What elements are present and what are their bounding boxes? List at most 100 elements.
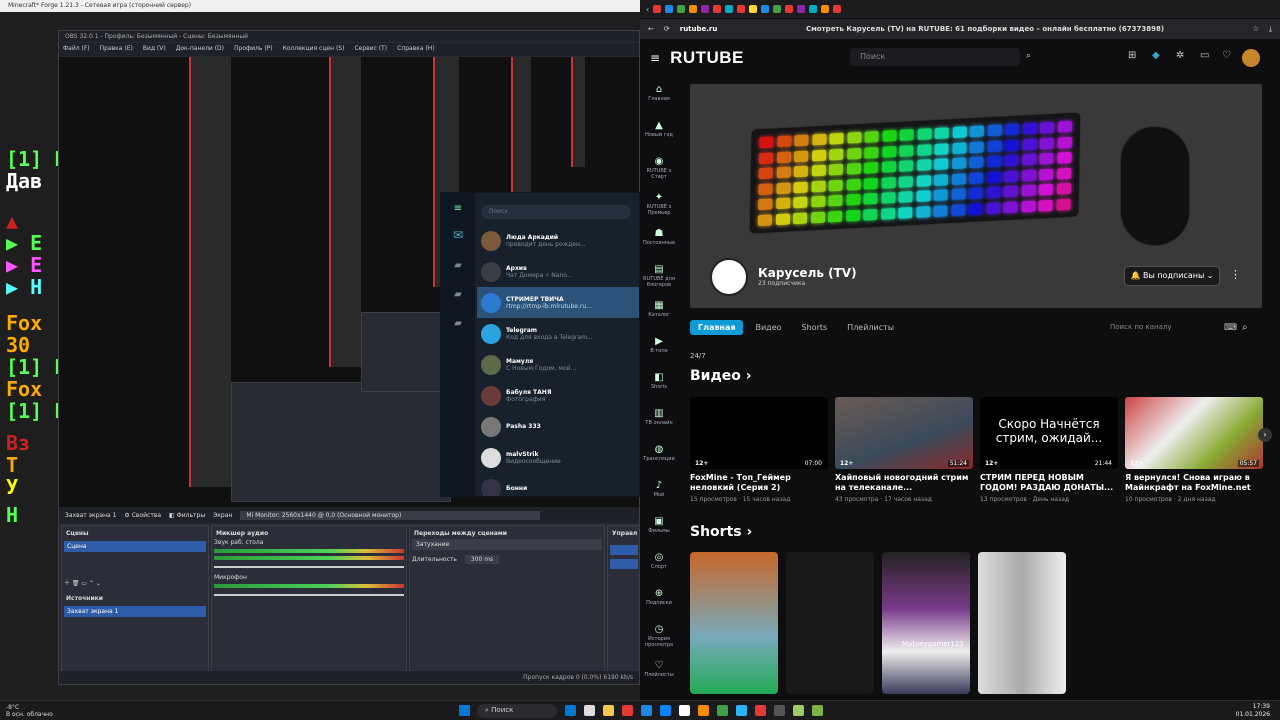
properties-button[interactable]: ⚙ Свойства <box>124 512 161 519</box>
tab-favicon-icon[interactable] <box>677 5 686 13</box>
video-card[interactable]: 12+ 05:57 Я вернулся! Снова играю в Майнк… <box>1125 397 1263 503</box>
more-options-icon[interactable]: ⋮ <box>1230 268 1241 281</box>
sidebar-item[interactable]: ◷ История просмотра <box>642 624 676 648</box>
tab-favicon-icon[interactable] <box>809 5 818 13</box>
keyboard-icon[interactable]: ⌨ <box>1224 323 1237 333</box>
sidebar-item[interactable]: ♡ Плейлисты <box>642 660 676 678</box>
tab-favicon-icon[interactable] <box>833 5 842 13</box>
sidebar-item[interactable]: ◎ Спорт <box>642 552 676 570</box>
tab-favicon-icon[interactable] <box>821 5 830 13</box>
video-title[interactable]: Я вернулся! Снова играю в Майнкрафт на F… <box>1125 473 1263 493</box>
tab-favicon-icon[interactable] <box>773 5 782 13</box>
taskbar-app-icon[interactable] <box>622 705 633 716</box>
menu-help[interactable]: Справка (H) <box>397 45 435 54</box>
start-recording-button[interactable] <box>610 559 638 569</box>
video-thumbnail[interactable]: 12+ 51:24 <box>835 397 973 469</box>
video-thumbnail[interactable]: 12+ 07:00 <box>690 397 828 469</box>
tab-favicon-icon[interactable] <box>653 5 662 13</box>
tab-shorts[interactable]: Shorts <box>794 320 836 335</box>
taskbar-app-icon[interactable] <box>755 705 766 716</box>
video-title[interactable]: FoxMine - Топ_Геймер неловкий (Серия 2) <box>690 473 828 493</box>
hamburger-icon[interactable]: ≡ <box>650 51 660 65</box>
menu-scene-collection[interactable]: Коллекция сцен (S) <box>283 45 345 54</box>
taskbar-app-icon[interactable] <box>584 705 595 716</box>
start-icon[interactable] <box>459 705 470 716</box>
channel-avatar[interactable] <box>710 258 748 296</box>
chat-item[interactable]: Архив Чат Домера ⚡ Nano... <box>477 256 639 287</box>
menu-view[interactable]: Вид (V) <box>143 45 166 54</box>
menu-file[interactable]: Файл (F) <box>63 45 90 54</box>
taskbar-app-icon[interactable] <box>603 705 614 716</box>
sidebar-item[interactable]: ☗ Постоянные <box>642 228 676 246</box>
chat-item[interactable]: malvStrik Видеосообщение <box>477 442 639 473</box>
tab-favicon-icon[interactable] <box>761 5 770 13</box>
tab-playlists[interactable]: Плейлисты <box>839 320 902 335</box>
sidebar-item[interactable]: ◉ RUTUBE х Старт <box>642 156 676 180</box>
sidebar-item[interactable]: ▦ Каталог <box>642 300 676 318</box>
avatar[interactable] <box>1242 49 1260 67</box>
search-icon[interactable]: ⌕ <box>1242 322 1248 333</box>
video-thumbnail[interactable]: Скоро Начнётся стрим, ожидай... 12+ 21:44 <box>980 397 1118 469</box>
tv-icon[interactable]: ▭ <box>1200 50 1209 61</box>
upload-icon[interactable]: ⊞ <box>1128 50 1136 61</box>
menu-icon[interactable]: ≡ <box>441 203 475 214</box>
chat-item[interactable]: Мамуля С Новым Годом, мой... <box>477 349 639 380</box>
clock[interactable]: 17:39 01.01.2026 <box>1236 703 1270 719</box>
scene-item[interactable]: Сцена <box>64 541 206 552</box>
video-title[interactable]: Хайповый новогодний стрим на телеканале.… <box>835 473 973 493</box>
sidebar-item[interactable]: ▲ Новый год <box>642 120 676 138</box>
folder-icon[interactable]: ▰ <box>441 289 475 300</box>
sidebar-item[interactable]: ♪ Мой <box>642 480 676 498</box>
chat-item[interactable]: Бонни <box>477 473 639 496</box>
chat-item[interactable]: Бабуля ТАНЯ Фотография <box>477 380 639 411</box>
video-card[interactable]: 12+ 07:00 FoxMine - Топ_Геймер неловкий (… <box>690 397 828 503</box>
tab-favicon-icon[interactable] <box>749 5 758 13</box>
browser-window[interactable]: ‹ ← ⟳ rutube.ru Смотреть Карусель (TV) н… <box>640 0 1280 700</box>
sidebar-item[interactable]: ✦ RUTUBE х Премьер <box>642 192 676 216</box>
filters-button[interactable]: ◧ Фильтры <box>169 512 205 519</box>
tab-favicon-icon[interactable] <box>785 5 794 13</box>
menu-tools[interactable]: Сервис (T) <box>354 45 387 54</box>
menu-docks[interactable]: Док-панели (D) <box>176 45 224 54</box>
sidebar-item[interactable]: ▣ Фильмы <box>642 516 676 534</box>
reload-icon[interactable]: ⟳ <box>664 25 670 33</box>
short-card[interactable] <box>690 552 778 694</box>
video-thumbnail[interactable]: 12+ 05:57 <box>1125 397 1263 469</box>
folder-icon[interactable]: ▰ <box>441 260 475 271</box>
telegram-window[interactable]: ≡ ✉ ▰ ▰ ▰ Поиск Люда Аркадий проводит ден… <box>440 192 640 497</box>
transition-select[interactable]: Затухание <box>412 539 602 550</box>
sidebar-item[interactable]: ◍ Трансляции <box>642 444 676 462</box>
notify-icon[interactable]: ◆ <box>1152 50 1160 61</box>
source-item[interactable]: Захват экрана 1 <box>64 606 206 617</box>
download-icon[interactable]: ⤓ <box>1269 25 1272 34</box>
tab-home[interactable]: Главная <box>690 320 744 335</box>
chat-item[interactable]: Pasha 333 <box>477 411 639 442</box>
rutube-logo[interactable]: RUTUBE <box>670 48 744 68</box>
taskbar-app-icon[interactable] <box>679 705 690 716</box>
carousel-next-icon[interactable]: › <box>1258 428 1272 442</box>
video-card[interactable]: Скоро Начнётся стрим, ожидай... 12+ 21:44… <box>980 397 1118 503</box>
tab-videos[interactable]: Видео <box>747 320 789 335</box>
volume-slider[interactable] <box>214 566 404 568</box>
tab-favicon-icon[interactable] <box>689 5 698 13</box>
chat-item-active[interactable]: СТРИМЕР ТВИЧА rtmp://rtmp-lb.mlrutube.ru.… <box>477 287 639 318</box>
taskbar-app-icon[interactable] <box>774 705 785 716</box>
folder-icon[interactable]: ▰ <box>441 318 475 329</box>
duration-input[interactable]: 300 ms <box>464 555 500 564</box>
video-title[interactable]: СТРИМ ПЕРЕД НОВЫМ ГОДОМ! РАЗДАЮ ДОНАТЫ..… <box>980 473 1118 493</box>
sidebar-item[interactable]: ▤ RUTUBE для блогеров <box>642 264 676 288</box>
scenes-toolbar[interactable]: ＋ 🗑 ▭ ⌃ ⌄ <box>64 578 206 587</box>
bookmark-icon[interactable]: ☆ <box>1253 25 1259 33</box>
chat-item[interactable]: Telegram Код для входа в Telegram... <box>477 318 639 349</box>
shorts-heading[interactable]: Shorts › <box>690 524 752 540</box>
menu-edit[interactable]: Правка (E) <box>100 45 133 54</box>
favorites-icon[interactable]: ♡ <box>1222 50 1231 61</box>
taskbar-search[interactable]: ⌕ Поиск <box>477 704 557 718</box>
monitor-select[interactable]: Mi Monitor: 2560x1440 @ 0,0 (Основной мо… <box>240 510 541 520</box>
sidebar-item[interactable]: ▥ ТВ онлайн <box>642 408 676 426</box>
search-icon[interactable]: ⌕ <box>1026 51 1031 61</box>
weather-widget[interactable]: -8°C В осн. облачно <box>6 704 53 718</box>
back-tab-icon[interactable]: ‹ <box>646 5 649 14</box>
tab-favicon-icon[interactable] <box>737 5 746 13</box>
sidebar-item[interactable]: ▶ В топе <box>642 336 676 354</box>
